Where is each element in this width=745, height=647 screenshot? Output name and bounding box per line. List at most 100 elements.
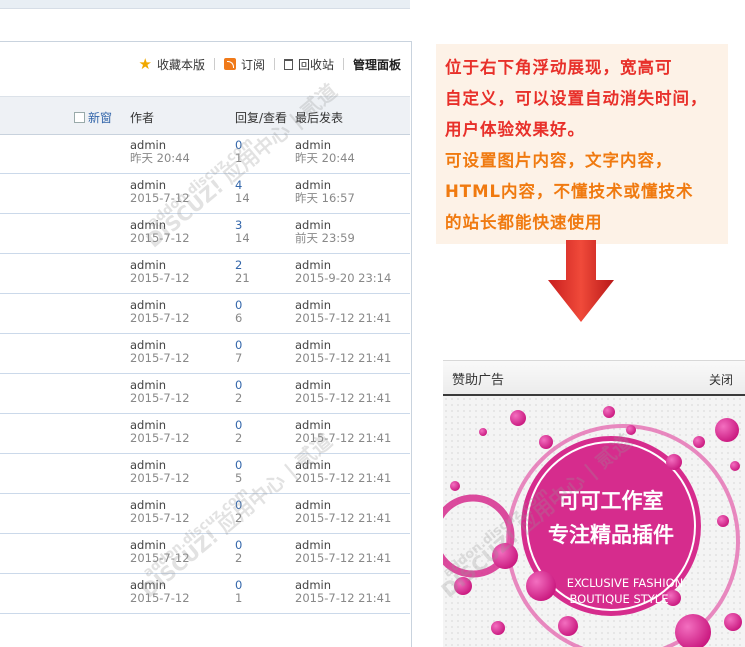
author-cell[interactable]: admin 2015-7-12 [130,499,190,525]
replies-views-cell-secondary: 1 [235,591,243,605]
ad-line-3: EXCLUSIVE FASHION [567,576,684,590]
last-post-cell[interactable]: admin 2015-9-20 23:14 [295,259,391,285]
last-post-cell-secondary: 2015-7-12 21:41 [295,591,392,605]
replies-views-cell: 3 14 [235,219,250,245]
author-cell-secondary: 2015-7-12 [130,391,190,405]
promo-line: 的站长都能快速使用 [445,213,603,232]
table-row[interactable]: admin 2015-7-12 0 2 admin 2015-7-12 21:41 [0,414,410,454]
top-strip [0,0,410,9]
last-post-cell-secondary: 昨天 20:44 [295,151,355,165]
new-window-label: 新窗 [88,111,113,125]
replies-views-cell: 01 [235,139,242,165]
table-row[interactable]: admin 2015-7-12 3 14 admin 前天 23:59 [0,214,410,254]
table-row[interactable]: admin 2015-7-12 0 2 admin 2015-7-12 21:41 [0,494,410,534]
new-window-toggle[interactable]: 新窗 [74,109,112,126]
rss-icon [223,58,236,70]
author-cell[interactable]: admin 2015-7-12 [130,179,190,205]
promo-line: HTML内容，不懂技术或懂技术 [445,182,694,201]
replies-views-cell: 06 [235,299,242,325]
last-post-cell[interactable]: admin 2015-7-12 21:41 [295,379,391,405]
author-cell[interactable]: admin 2015-7-12 [130,539,190,565]
recycle-bin-link[interactable]: 回收站 [283,56,334,73]
author-cell[interactable]: admin 2015-7-12 [130,459,190,485]
promo-text-box: 位于右下角浮动展现，宽高可 自定义，可以设置自动消失时间， 用户体验效果好。 可设置图… [436,44,728,244]
author-cell-secondary: 2015-7-12 [130,511,190,525]
author-cell-secondary: 2015-7-12 [130,431,190,445]
replies-views-cell: 05 [235,459,242,485]
replies-views-cell-secondary: 7 [235,351,243,365]
manage-panel-link[interactable]: 管理面板 [353,56,401,73]
table-row[interactable]: admin 2015-7-12 2 21 admin 2015-9-20 23:14 [0,254,410,294]
author-cell-secondary: 2015-7-12 [130,271,190,285]
favorite-forum-link[interactable]: ★ 收藏本版 [138,56,204,73]
subscribe-link[interactable]: 订阅 [223,56,265,73]
ad-banner-image[interactable]: 可可工作室 专注精品插件 EXCLUSIVE FASHION BOUTIQUE … [443,396,745,647]
last-post-cell-secondary: 昨天 16:57 [295,191,355,205]
table-header: 新窗 作者 回复/查看 最后发表 [0,96,410,135]
table-row[interactable]: admin 2015-7-12 4 14 admin 昨天 16:57 [0,174,410,214]
table-row[interactable]: admin 昨天 20:44 0 1 admin 昨天 20:44 [0,134,410,174]
replies-views-cell-secondary: 5 [235,471,243,485]
replies-views-cell-secondary: 1 [235,151,243,165]
last-post-cell-secondary: 2015-7-12 21:41 [295,391,392,405]
last-post-cell[interactable]: admin 2015-7-12 21:41 [295,459,391,485]
last-post-cell[interactable]: admin 前天 23:59 [295,219,355,245]
author-cell[interactable]: admin 2015-7-12 [130,419,190,445]
promo-line: 可设置图片内容，文字内容， [445,151,673,170]
last-post-cell-secondary: 前天 23:59 [295,231,355,245]
toolbar-divider [273,58,275,70]
table-row[interactable]: admin 2015-7-12 0 6 admin 2015-7-12 21:41 [0,294,410,334]
replies-views-cell-secondary: 6 [235,311,243,325]
replies-views-column-header: 回复/查看 [235,111,288,125]
table-row[interactable]: admin 2015-7-12 0 2 admin 2015-7-12 21:41 [0,534,410,574]
table-row[interactable]: admin 2015-7-12 0 2 admin 2015-7-12 21:41 [0,374,410,414]
author-cell-secondary: 2015-7-12 [130,351,190,365]
subscribe-label: 订阅 [240,57,265,72]
replies-views-cell: 2 21 [235,259,250,285]
toolbar-divider [213,58,215,70]
last-post-cell[interactable]: admin 2015-7-12 21:41 [295,339,391,365]
replies-views-cell-secondary: 2 [235,391,243,405]
last-post-cell[interactable]: admin 2015-7-12 21:41 [295,579,391,605]
popup-close-button[interactable]: 关闭 [709,371,733,388]
ad-line-1: 可可工作室 [559,489,664,513]
replies-views-cell: 02 [235,539,242,565]
author-cell[interactable]: admin 2015-7-12 [130,339,190,365]
replies-views-cell-secondary: 2 [235,551,243,565]
new-window-checkbox[interactable] [74,112,85,123]
replies-views-cell-secondary: 21 [235,271,250,285]
thread-rows: admin 昨天 20:44 0 1 admin 昨天 20:44 admin 2015-7-… [0,134,410,614]
last-post-cell[interactable]: admin 昨天 20:44 [295,139,355,165]
table-row[interactable]: admin 2015-7-12 0 1 admin 2015-7-12 21:41 [0,574,410,614]
author-cell-secondary: 2015-7-12 [130,551,190,565]
replies-views-cell-secondary: 14 [235,231,250,245]
author-cell-secondary: 2015-7-12 [130,471,190,485]
last-post-cell-secondary: 2015-7-12 21:41 [295,471,392,485]
author-cell-secondary: 2015-7-12 [130,311,190,325]
last-post-cell[interactable]: admin 2015-7-12 21:41 [295,419,391,445]
last-post-cell-secondary: 2015-7-12 21:41 [295,431,392,445]
last-post-cell[interactable]: admin 2015-7-12 21:41 [295,539,391,565]
author-cell[interactable]: admin 2015-7-12 [130,259,190,285]
author-cell[interactable]: admin 2015-7-12 [130,579,190,605]
replies-views-cell-secondary: 2 [235,511,243,525]
author-cell-secondary: 昨天 20:44 [130,151,190,165]
author-cell[interactable]: admin 2015-7-12 [130,219,190,245]
promo-line: 用户体验效果好。 [445,120,585,139]
author-cell[interactable]: admin 2015-7-12 [130,379,190,405]
author-cell[interactable]: admin 2015-7-12 [130,299,190,325]
table-row[interactable]: admin 2015-7-12 0 5 admin 2015-7-12 21:41 [0,454,410,494]
table-row[interactable]: admin 2015-7-12 0 7 admin 2015-7-12 21:41 [0,334,410,374]
ad-line-4: BOUTIQUE STYLE [570,592,669,606]
author-cell-secondary: 2015-7-12 [130,231,190,245]
arrow-down-icon [548,240,614,322]
replies-views-cell-secondary: 14 [235,191,250,205]
last-post-cell-secondary: 2015-9-20 23:14 [295,271,392,285]
last-post-cell[interactable]: admin 昨天 16:57 [295,179,355,205]
last-post-cell[interactable]: admin 2015-7-12 21:41 [295,499,391,525]
replies-views-cell: 02 [235,379,242,405]
last-post-cell[interactable]: admin 2015-7-12 21:41 [295,299,391,325]
author-cell[interactable]: admin 昨天 20:44 [130,139,190,165]
replies-views-cell: 02 [235,419,242,445]
sponsor-ad-popup: 赞助广告 关闭 可可工作室 专注精品插件 EXCLUSIVE FASHION B… [443,360,745,647]
